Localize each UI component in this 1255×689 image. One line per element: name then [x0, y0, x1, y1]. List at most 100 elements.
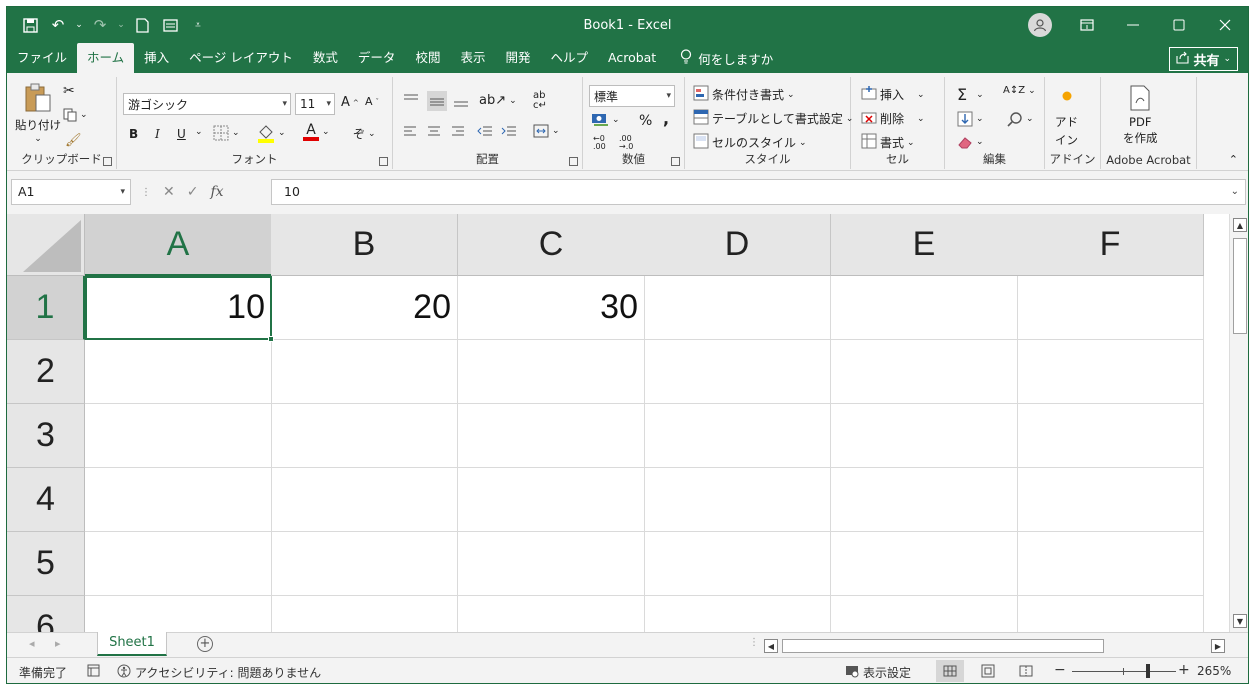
vertical-scroll-thumb[interactable]: [1233, 238, 1247, 334]
name-box[interactable]: A1 ▾: [11, 179, 131, 205]
font-color-icon[interactable]: A ⌄: [303, 123, 330, 141]
alignment-launcher-icon[interactable]: [569, 157, 578, 166]
tab-file[interactable]: ファイル: [7, 43, 77, 73]
wrap-text-icon[interactable]: ab c↵: [533, 91, 547, 111]
cell-e6[interactable]: [831, 596, 1018, 632]
addins-button[interactable]: アド イン: [1055, 89, 1078, 148]
page-break-view-icon[interactable]: [1012, 660, 1040, 682]
zoom-level[interactable]: 265%: [1197, 664, 1231, 678]
tell-me-search[interactable]: 何をしますか: [666, 49, 773, 68]
cell-a1[interactable]: 10: [85, 276, 272, 340]
increase-decimal-icon[interactable]: ←0.00: [593, 135, 606, 151]
cell-e3[interactable]: [831, 404, 1018, 468]
maximize-icon[interactable]: [1156, 7, 1202, 43]
cell-b1[interactable]: 20: [271, 276, 458, 340]
cell-c5[interactable]: [458, 532, 645, 596]
expand-formula-icon[interactable]: ⌄: [1231, 180, 1239, 204]
fill-icon[interactable]: ⌄: [957, 111, 984, 127]
align-right-icon[interactable]: [451, 125, 465, 137]
ribbon-display-icon[interactable]: [1064, 7, 1110, 43]
cell-e4[interactable]: [831, 468, 1018, 532]
cell-c2[interactable]: [458, 340, 645, 404]
enter-icon[interactable]: ✓: [187, 184, 199, 200]
tab-help[interactable]: ヘルプ: [540, 43, 598, 73]
cell-c1[interactable]: 30: [458, 276, 645, 340]
increase-indent-icon[interactable]: [501, 125, 517, 137]
cell-d5[interactable]: [644, 532, 831, 596]
cell-b3[interactable]: [271, 404, 458, 468]
number-launcher-icon[interactable]: [671, 157, 680, 166]
zoom-out-button[interactable]: −: [1054, 662, 1066, 678]
tab-data[interactable]: データ: [348, 43, 406, 73]
copy-icon[interactable]: ⌄: [63, 108, 88, 122]
add-sheet-icon[interactable]: +: [197, 636, 213, 652]
cell-e5[interactable]: [831, 532, 1018, 596]
clipboard-launcher-icon[interactable]: [103, 157, 112, 166]
cell-f4[interactable]: [1017, 468, 1204, 532]
tab-formulas[interactable]: 数式: [303, 43, 348, 73]
cell-e2[interactable]: [831, 340, 1018, 404]
vertical-scrollbar[interactable]: ▲ ▼: [1229, 214, 1248, 632]
fill-color-icon[interactable]: ⌄: [257, 123, 286, 143]
comma-style-button[interactable]: ,: [663, 109, 669, 128]
formula-input[interactable]: 10 ⌄: [271, 179, 1246, 205]
page-layout-view-icon[interactable]: [974, 660, 1002, 682]
zoom-slider-thumb[interactable]: [1146, 664, 1150, 678]
cell-c4[interactable]: [458, 468, 645, 532]
insert-function-icon[interactable]: fx: [210, 184, 223, 200]
row-header-2[interactable]: 2: [7, 340, 85, 404]
column-header-b[interactable]: B: [271, 214, 458, 276]
cell-a2[interactable]: [85, 340, 272, 404]
italic-icon[interactable]: I: [155, 127, 160, 141]
cell-f6[interactable]: [1017, 596, 1204, 632]
font-name-combo[interactable]: 游ゴシック ▾: [123, 93, 291, 115]
conditional-formatting-button[interactable]: 条件付き書式 ⌄: [693, 85, 795, 104]
scroll-up-icon[interactable]: ▲: [1233, 218, 1247, 232]
tab-acrobat[interactable]: Acrobat: [598, 43, 666, 73]
find-select-icon[interactable]: ⌄: [1007, 111, 1034, 127]
cell-d4[interactable]: [644, 468, 831, 532]
orientation-icon[interactable]: ab↗ ⌄: [479, 93, 517, 108]
cell-c6[interactable]: [458, 596, 645, 632]
cell-f5[interactable]: [1017, 532, 1204, 596]
row-header-4[interactable]: 4: [7, 468, 85, 532]
close-icon[interactable]: [1202, 7, 1248, 43]
column-header-c[interactable]: C: [458, 214, 645, 276]
tab-review[interactable]: 校閲: [405, 43, 450, 73]
decrease-font-icon[interactable]: Aˇ: [365, 95, 379, 108]
row-header-1[interactable]: 1: [7, 276, 85, 340]
cell-e1[interactable]: [831, 276, 1018, 340]
decrease-indent-icon[interactable]: [477, 125, 493, 137]
cell-styles-button[interactable]: セルのスタイル ⌄: [693, 133, 807, 152]
redo-dropdown-icon[interactable]: ⌄: [117, 14, 125, 36]
autosum-icon[interactable]: Σ ⌄: [957, 85, 984, 104]
border-icon[interactable]: ⌄: [213, 125, 240, 141]
scroll-right-icon[interactable]: ▶: [1211, 639, 1225, 653]
macro-record-icon[interactable]: [87, 664, 100, 677]
row-header-6[interactable]: 6: [7, 596, 85, 632]
increase-font-icon[interactable]: A ^: [341, 95, 359, 110]
horizontal-scroll-thumb[interactable]: [782, 639, 1104, 653]
bold-icon[interactable]: B: [129, 127, 138, 141]
fill-handle[interactable]: [268, 336, 274, 342]
horizontal-scrollbar[interactable]: ◀ ▶: [764, 639, 1225, 653]
align-top-icon[interactable]: [403, 93, 419, 107]
cell-d1[interactable]: [644, 276, 831, 340]
cell-a5[interactable]: [85, 532, 272, 596]
tab-view[interactable]: 表示: [450, 43, 495, 73]
cell-b6[interactable]: [271, 596, 458, 632]
cell-f1[interactable]: [1017, 276, 1204, 340]
sheet-tab[interactable]: Sheet1: [97, 632, 167, 656]
column-header-e[interactable]: E: [831, 214, 1018, 276]
cell-b4[interactable]: [271, 468, 458, 532]
cell-d6[interactable]: [644, 596, 831, 632]
customize-icon[interactable]: ⩡: [187, 14, 209, 36]
form-icon[interactable]: [159, 14, 181, 36]
cut-icon[interactable]: ✂: [63, 83, 75, 99]
cell-d2[interactable]: [644, 340, 831, 404]
minimize-icon[interactable]: [1110, 7, 1156, 43]
merge-center-icon[interactable]: ⌄: [533, 123, 560, 139]
format-painter-icon[interactable]: 🖌: [65, 133, 82, 148]
share-button[interactable]: 共有 ⌄: [1169, 47, 1238, 71]
cell-c3[interactable]: [458, 404, 645, 468]
